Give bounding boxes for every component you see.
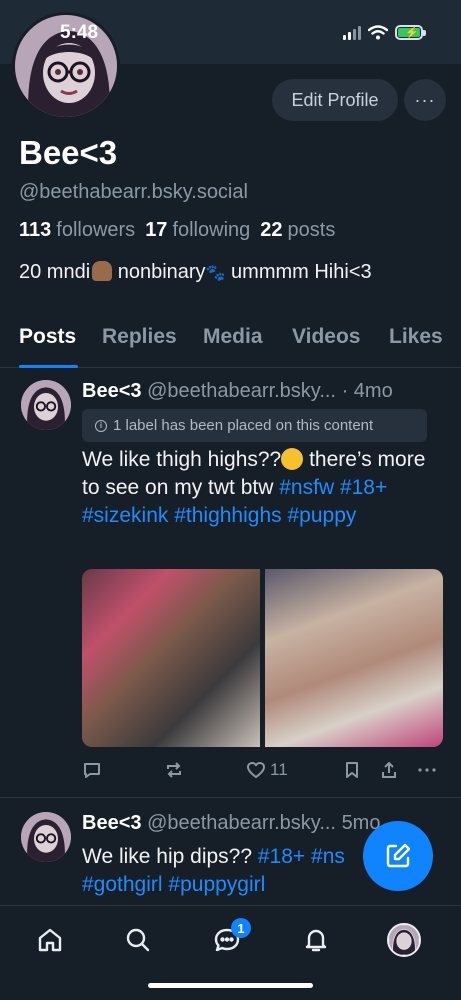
hashtag-link[interactable]: #sizekink	[82, 504, 168, 527]
posts-label: posts	[287, 219, 336, 241]
hashtag-link[interactable]: #thighhighs	[174, 504, 281, 527]
profile-handle: @beethabearr.bsky.social	[19, 181, 248, 203]
search-icon	[126, 928, 150, 952]
nav-home[interactable]	[30, 920, 70, 960]
hashtag-link[interactable]: #ns	[311, 845, 345, 868]
cellular-signal-icon	[343, 25, 361, 40]
followers-count: 113	[19, 219, 52, 241]
paw-prints-emoji-icon: 🐾	[205, 265, 226, 282]
bookmark-icon	[346, 762, 358, 778]
post-text: We like thigh highs?? there’s more to se…	[82, 446, 442, 530]
following-label: following	[172, 219, 251, 241]
nav-profile[interactable]	[384, 920, 424, 960]
raised-hand-emoji-icon	[92, 261, 113, 281]
bio-text-3: ummmm Hihi<3	[225, 261, 372, 283]
tab-media[interactable]: Media	[203, 325, 263, 349]
hashtag-link[interactable]: #18+	[258, 845, 305, 868]
share-button[interactable]	[379, 760, 399, 780]
content-label-notice[interactable]: i 1 label has been placed on this conten…	[82, 409, 427, 442]
share-icon	[382, 761, 396, 778]
repost-icon	[167, 762, 181, 778]
reply-icon	[84, 763, 100, 778]
following-count: 17	[145, 219, 168, 241]
battery-icon: ⚡	[395, 25, 426, 40]
bio-text-2: nonbinary	[112, 261, 206, 283]
profile-stats: 113 followers 17 following 22 posts	[19, 219, 335, 242]
posts-count: 22	[260, 219, 283, 241]
hashtag-link[interactable]: #puppy	[287, 504, 356, 527]
status-time: 5:48	[60, 22, 99, 43]
bio-text-1: 20 mndi	[19, 261, 91, 283]
post-header[interactable]: Bee<3 @beethabearr.bsky... · 4mo	[82, 380, 393, 403]
post-author-avatar[interactable]	[21, 812, 71, 862]
heart-icon	[247, 762, 265, 778]
face-with-hand-over-mouth-emoji-icon	[281, 448, 304, 470]
post-header[interactable]: Bee<3 @beethabearr.bsky... 5mo	[82, 812, 380, 835]
nav-profile-avatar	[387, 923, 421, 957]
tab-likes[interactable]: Likes	[389, 325, 443, 349]
following-link[interactable]: 17 following	[145, 219, 250, 242]
compose-post-button[interactable]	[363, 821, 433, 891]
bell-icon	[305, 929, 327, 952]
active-tab-indicator	[19, 365, 78, 368]
edit-profile-button[interactable]: Edit Profile	[272, 79, 398, 121]
followers-link[interactable]: 113 followers	[19, 219, 135, 242]
post-more-button[interactable]	[416, 760, 438, 780]
hashtag-link[interactable]: #gothgirl	[82, 873, 163, 896]
tab-replies[interactable]: Replies	[102, 325, 177, 349]
like-count: 11	[270, 760, 288, 779]
reply-button[interactable]	[82, 760, 102, 780]
content-label-text: 1 label has been placed on this content	[113, 417, 374, 434]
info-icon: i	[95, 419, 107, 432]
post-actions: 11	[82, 760, 442, 784]
display-name: Bee<3	[19, 134, 118, 171]
repost-button[interactable]	[164, 760, 184, 780]
like-button[interactable]: 11	[246, 760, 288, 780]
post-image[interactable]	[265, 569, 443, 747]
messages-badge: 1	[231, 918, 251, 938]
wifi-icon	[368, 25, 388, 40]
nav-messages[interactable]: 1	[207, 918, 251, 960]
profile-bio: 20 mndi nonbinary🐾 ummmm Hihi<3	[19, 261, 372, 284]
post-timestamp[interactable]: · 4mo	[342, 380, 393, 402]
tab-videos[interactable]: Videos	[292, 325, 360, 349]
home-icon	[38, 928, 62, 952]
post-author-name[interactable]: Bee<3	[82, 380, 142, 402]
nav-notifications[interactable]	[296, 920, 336, 960]
post-author-handle[interactable]: @beethabearr.bsky...	[147, 380, 336, 402]
post-divider	[0, 797, 461, 798]
compose-icon	[386, 843, 411, 868]
followers-label: followers	[56, 219, 136, 241]
home-indicator	[148, 983, 313, 988]
bookmark-button[interactable]	[343, 760, 361, 780]
post-text-part: We like thigh highs??	[82, 448, 282, 471]
nav-search[interactable]	[118, 920, 158, 960]
post-text-part: We like hip dips??	[82, 845, 258, 868]
post-author-avatar[interactable]	[21, 380, 71, 430]
hashtag-link[interactable]: #nsfw	[279, 476, 334, 499]
post-author-handle[interactable]: @beethabearr.bsky...	[147, 812, 336, 834]
profile-tabs: Posts Replies Media Videos Likes	[0, 322, 461, 368]
more-dots-icon	[418, 768, 436, 772]
tab-posts[interactable]: Posts	[19, 325, 76, 349]
post-author-name[interactable]: Bee<3	[82, 812, 142, 834]
hashtag-link[interactable]: #18+	[340, 476, 387, 499]
posts-stat: 22 posts	[260, 219, 335, 242]
status-icons: ⚡	[343, 25, 426, 40]
more-options-button[interactable]: ···	[404, 79, 446, 121]
hashtag-link[interactable]: #puppygirl	[168, 873, 265, 896]
post-image[interactable]	[82, 569, 260, 747]
